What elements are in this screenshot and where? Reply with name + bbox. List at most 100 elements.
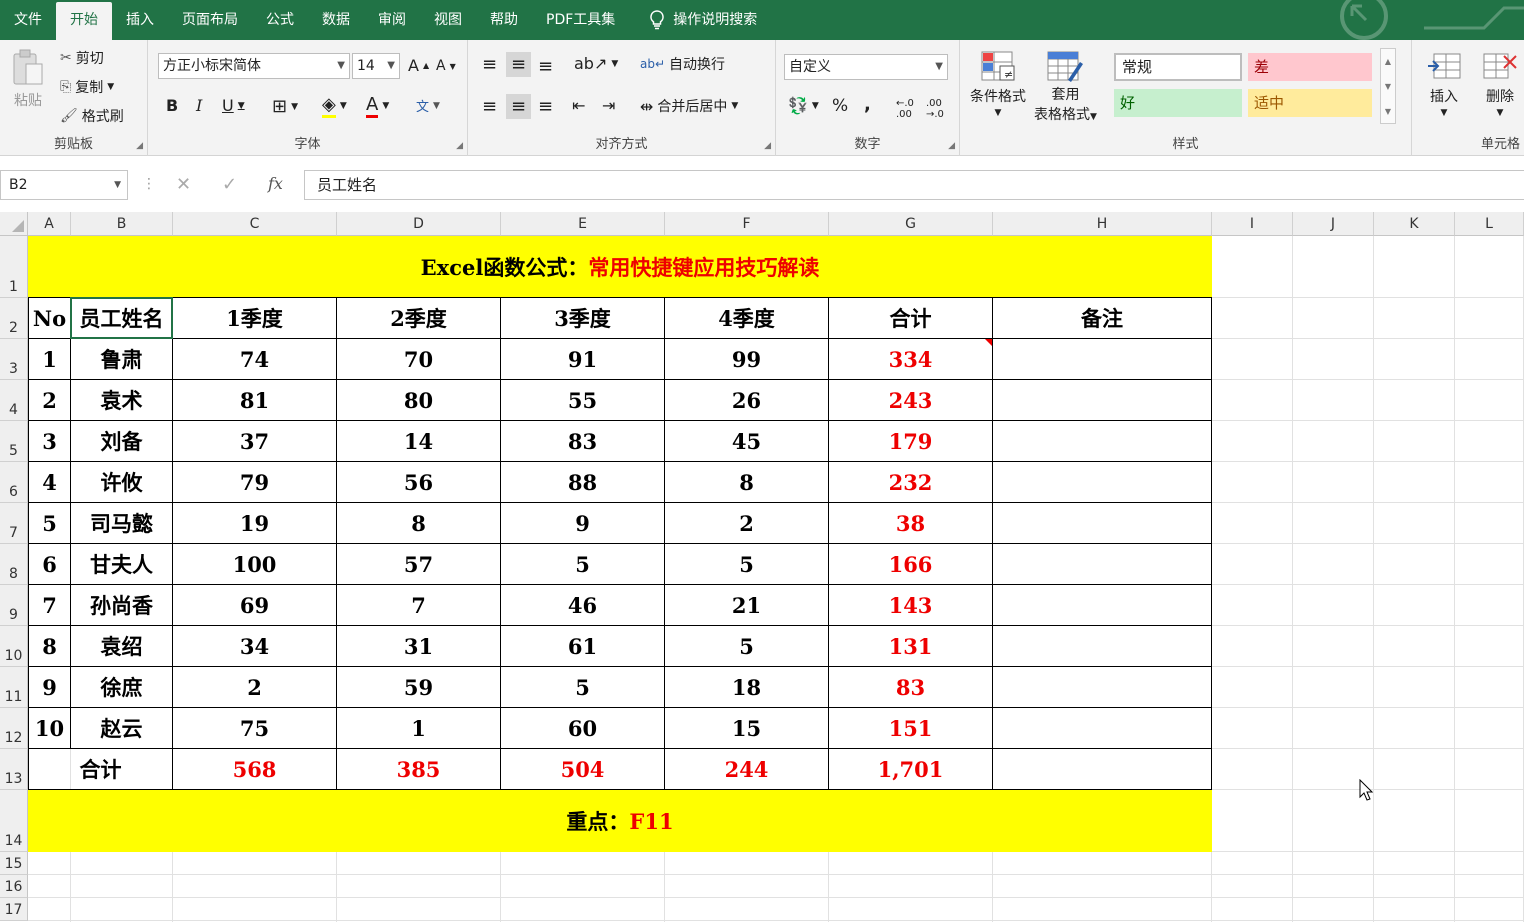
row-header-9[interactable]: 9 <box>0 585 28 626</box>
grand-total-cell[interactable]: 244 <box>665 749 829 790</box>
grand-total-cell[interactable]: 385 <box>337 749 501 790</box>
align-bottom-button[interactable]: ≡ <box>538 56 553 77</box>
align-right-button[interactable]: ≡ <box>538 96 553 117</box>
number-format-select[interactable]: 自定义 ▼ <box>784 54 948 80</box>
underline-button[interactable]: U ▼ <box>222 96 245 115</box>
increase-decimal-button[interactable]: ←.0.00 <box>896 98 914 120</box>
data-cell[interactable]: 69 <box>173 585 337 626</box>
data-cell[interactable]: 孙尚香 <box>71 585 173 626</box>
data-cell[interactable]: 15 <box>665 708 829 749</box>
font-name-select[interactable]: 方正小标宋简体 ▼ <box>158 53 350 79</box>
delete-cells-button[interactable]: 删除 ▼ <box>1482 50 1518 118</box>
comment-indicator-icon[interactable] <box>985 339 992 346</box>
header-cell-5[interactable]: 4季度 <box>665 298 829 339</box>
copy-button[interactable]: ⎘ 复制 ▼ <box>60 77 114 97</box>
align-left-button[interactable]: ≡ <box>482 96 497 117</box>
remark-cell[interactable] <box>993 544 1212 585</box>
row-header-13[interactable]: 13 <box>0 749 28 790</box>
tab-file[interactable]: 文件 <box>0 0 56 40</box>
tab-pdf-tools[interactable]: PDF工具集 <box>532 0 629 40</box>
data-cell[interactable]: 4 <box>28 462 71 503</box>
data-cell[interactable]: 许攸 <box>71 462 173 503</box>
chevron-up-icon[interactable]: ▲ <box>1381 49 1395 74</box>
chevron-down-icon[interactable]: ▼ <box>114 171 121 199</box>
total-label-cell[interactable]: 合计 <box>28 749 173 790</box>
title-cell[interactable]: Excel函数公式： 常用快捷键应用技巧解读 <box>28 236 1212 298</box>
increase-indent-button[interactable]: ⇥ <box>602 96 615 115</box>
data-cell[interactable]: 10 <box>28 708 71 749</box>
tell-me-search[interactable]: 操作说明搜索 <box>635 0 771 40</box>
column-header-h[interactable]: H <box>993 212 1212 236</box>
row-header-8[interactable]: 8 <box>0 544 28 585</box>
data-cell[interactable]: 59 <box>337 667 501 708</box>
total-cell[interactable]: 83 <box>829 667 993 708</box>
row-header-15[interactable]: 15 <box>0 852 28 875</box>
header-cell-6[interactable]: 合计 <box>829 298 993 339</box>
remark-cell[interactable] <box>993 626 1212 667</box>
decrease-indent-button[interactable]: ⇤ <box>572 96 585 115</box>
tab-page-layout[interactable]: 页面布局 <box>168 0 252 40</box>
row-header-7[interactable]: 7 <box>0 503 28 544</box>
remark-cell[interactable] <box>993 339 1212 380</box>
column-header-e[interactable]: E <box>501 212 665 236</box>
wrap-text-button[interactable]: ab↵ 自动换行 <box>640 54 725 74</box>
data-cell[interactable]: 5 <box>665 544 829 585</box>
data-cell[interactable]: 8 <box>665 462 829 503</box>
borders-button[interactable]: ⊞ ▼ <box>272 96 298 117</box>
data-cell[interactable]: 徐庶 <box>71 667 173 708</box>
tab-view[interactable]: 视图 <box>420 0 476 40</box>
insert-function-button[interactable]: fx <box>268 174 283 193</box>
data-cell[interactable]: 34 <box>173 626 337 667</box>
total-cell[interactable]: 179 <box>829 421 993 462</box>
orientation-button[interactable]: ab↗ ▼ <box>574 54 618 73</box>
total-cell[interactable]: 151 <box>829 708 993 749</box>
row-header-16[interactable]: 16 <box>0 875 28 898</box>
data-cell[interactable]: 2 <box>665 503 829 544</box>
row-header-14[interactable]: 14 <box>0 790 28 852</box>
data-cell[interactable]: 1 <box>28 339 71 380</box>
cancel-icon[interactable]: ✕ <box>176 174 191 195</box>
percent-button[interactable]: % <box>832 96 848 116</box>
data-cell[interactable]: 9 <box>501 503 665 544</box>
style-good[interactable]: 好 <box>1114 89 1242 117</box>
enter-icon[interactable]: ✓ <box>222 174 237 195</box>
data-cell[interactable]: 80 <box>337 380 501 421</box>
grand-total-cell[interactable]: 504 <box>501 749 665 790</box>
remark-cell[interactable] <box>993 749 1212 790</box>
italic-button[interactable]: I <box>196 96 202 115</box>
select-all-corner[interactable] <box>0 212 28 236</box>
data-cell[interactable]: 79 <box>173 462 337 503</box>
font-color-button[interactable]: A ▼ <box>366 94 389 118</box>
data-cell[interactable]: 7 <box>337 585 501 626</box>
data-cell[interactable]: 司马懿 <box>71 503 173 544</box>
format-painter-button[interactable]: 🖌 格式刷 <box>60 106 124 126</box>
data-cell[interactable]: 7 <box>28 585 71 626</box>
decrease-decimal-button[interactable]: .00 →.0 <box>926 98 944 120</box>
row-header-5[interactable]: 5 <box>0 421 28 462</box>
tab-home[interactable]: 开始 <box>56 2 112 40</box>
data-cell[interactable]: 5 <box>665 626 829 667</box>
data-cell[interactable]: 81 <box>173 380 337 421</box>
data-cell[interactable]: 14 <box>337 421 501 462</box>
worksheet-grid[interactable]: A B C D E F G H I J K L 1 2 3 4 5 6 7 8 9 10 11 12 13 14 15 16 17 Exc… <box>0 212 1524 922</box>
data-cell[interactable]: 9 <box>28 667 71 708</box>
increase-font-button[interactable]: A ▲ <box>408 56 429 75</box>
data-cell[interactable]: 55 <box>501 380 665 421</box>
dialog-launcher-icon[interactable]: ◢ <box>456 141 463 151</box>
align-center-button[interactable]: ≡ <box>506 94 532 119</box>
data-cell[interactable]: 57 <box>337 544 501 585</box>
header-cell-1[interactable]: 员工姓名 <box>71 298 173 339</box>
data-cell[interactable]: 5 <box>501 667 665 708</box>
data-cell[interactable]: 甘夫人 <box>71 544 173 585</box>
formula-input[interactable]: 员工姓名 <box>304 170 1524 200</box>
fill-color-button[interactable]: ◈ ▼ <box>322 94 347 118</box>
column-header-k[interactable]: K <box>1374 212 1455 236</box>
data-cell[interactable]: 74 <box>173 339 337 380</box>
footer-cell[interactable]: 重点： F11 <box>28 790 1212 852</box>
data-cell[interactable]: 26 <box>665 380 829 421</box>
data-cell[interactable]: 2 <box>28 380 71 421</box>
total-cell[interactable]: 243 <box>829 380 993 421</box>
remark-cell[interactable] <box>993 421 1212 462</box>
data-cell[interactable]: 鲁肃 <box>71 339 173 380</box>
data-cell[interactable]: 100 <box>173 544 337 585</box>
